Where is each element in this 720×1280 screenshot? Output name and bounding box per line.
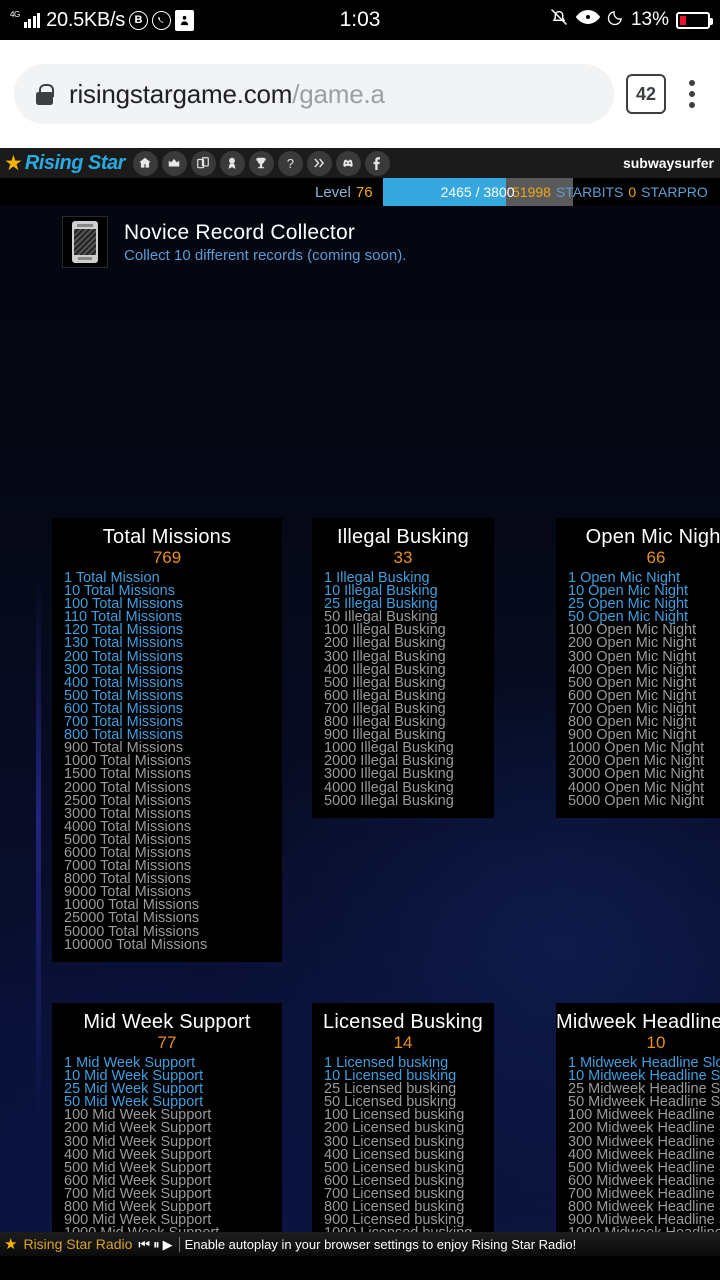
browser-menu-button[interactable] (678, 80, 706, 108)
home-icon[interactable] (132, 150, 158, 176)
radio-controls: ⏮ ⏸ ▶ (138, 1238, 172, 1251)
achievement-banner: Novice Record Collector Collect 10 diffe… (0, 206, 720, 282)
map-icon[interactable] (161, 150, 187, 176)
starpro-label: STARPRO (641, 184, 708, 200)
status-bar-right: 13% (549, 7, 713, 33)
nav-icon-group: ? (132, 150, 390, 176)
achievement-card-count: 77 (157, 1033, 177, 1052)
url-domain: risingstargame.com (69, 78, 293, 109)
radio-footer: ★ Rising Star Radio ⏮ ⏸ ▶ Enable autopla… (0, 1232, 720, 1256)
achievement-card-count: 10 (646, 1033, 666, 1052)
b-badge-icon: B (128, 10, 148, 30)
game-stats-bar: Level 76 2465 / 3800 51998 STARBITS 0 ST… (0, 178, 720, 206)
achievement-card-title: Total Missions (102, 526, 232, 548)
phone-glyph (72, 221, 98, 263)
achievement-card-count: 66 (646, 548, 666, 567)
discord-icon[interactable] (335, 150, 361, 176)
network-type-label: 4G (10, 10, 20, 19)
achievement-tier: 5000 Illegal Busking (324, 792, 454, 809)
lock-icon (36, 83, 54, 105)
achievement-card-count: 14 (393, 1033, 413, 1052)
tab-counter-button[interactable]: 42 (626, 74, 666, 114)
phone-bottom-bar (78, 257, 92, 261)
achievement-tier-list: 1 Illegal Busking 10 Illegal Busking 25 Il… (312, 571, 494, 809)
achievement-card-count: 33 (393, 548, 413, 567)
signal-strength-icon (23, 12, 41, 28)
game-logo[interactable]: ★ Rising Star (0, 152, 125, 175)
achievement-text-group: Novice Record Collector Collect 10 diffe… (124, 221, 406, 264)
phone-top-bar (77, 224, 93, 227)
achievement-card-title: Illegal Busking (337, 526, 469, 548)
xp-progress-text: 2465 / 3800 (440, 184, 515, 200)
game-page: ★ Rising Star ? subwaysurfer Level 76 24… (0, 148, 720, 1256)
xp-progress-bar: 2465 / 3800 (382, 178, 573, 206)
level-label: Level (315, 183, 351, 201)
achievement-card: Total Missions 769 1 Total Mission 10 Total… (52, 518, 282, 962)
achievement-card-title: Licensed Busking (323, 1011, 483, 1033)
url-text: risingstargame.com/game.a (69, 79, 385, 110)
record-phone-icon (62, 216, 108, 268)
achievement-title: Novice Record Collector (124, 220, 356, 244)
star-icon: ★ (4, 1236, 18, 1253)
url-bar[interactable]: risingstargame.com/game.a (14, 64, 614, 124)
whatsapp-icon (151, 10, 171, 30)
achievement-tier-list: 1 Open Mic Night 10 Open Mic Night 25 Open… (556, 571, 720, 809)
battery-percent-label: 13% (630, 9, 669, 30)
ribbon-icon[interactable] (219, 150, 245, 176)
achievement-tier-list: 1 Total Mission 10 Total Missions 100 Tota… (52, 571, 282, 953)
radio-message: Enable autoplay in your browser settings… (178, 1236, 576, 1252)
network-speed-label: 20.5KB/s (46, 8, 125, 31)
facebook-icon[interactable] (364, 150, 390, 176)
battery-icon (676, 11, 713, 29)
username-label[interactable]: subwaysurfer (623, 148, 714, 178)
achievement-tier-list: 1 Midweek Headline Slot 10 Midweek Headli… (556, 1056, 720, 1256)
achievement-card-title: Midweek Headline Slot (556, 1011, 720, 1033)
achievement-card-count: 769 (152, 548, 182, 567)
achievement-card-title: Open Mic Night (585, 526, 720, 548)
achievement-card: Illegal Busking 33 1 Illegal Busking 10 Ill… (312, 518, 494, 818)
achievement-card: Open Mic Night 66 1 Open Mic Night 10 Open … (556, 518, 720, 818)
eye-icon (575, 9, 601, 31)
app-notification-icon (174, 9, 194, 31)
hive-icon[interactable] (306, 150, 332, 176)
achievement-tier: 100000 Total Missions (64, 936, 208, 953)
achievement-subtitle: Collect 10 different records (coming soo… (124, 246, 407, 264)
url-path: /game.a (292, 78, 385, 109)
game-logo-text: Rising Star (24, 151, 126, 174)
star-icon: ★ (4, 151, 23, 175)
achievement-tier-list: 1 Licensed busking 10 Licensed busking 25 … (312, 1056, 494, 1256)
achievement-tier-list: 1 Mid Week Support 10 Mid Week Support 25 … (52, 1056, 282, 1256)
cards-icon[interactable] (190, 150, 216, 176)
help-icon[interactable]: ? (277, 150, 303, 176)
achievement-card: Licensed Busking 14 1 Licensed busking 10 L… (312, 1003, 494, 1256)
achievement-card-title: Mid Week Support (83, 1011, 251, 1033)
browser-toolbar: risingstargame.com/game.a 42 (0, 40, 720, 148)
achievement-tier: 5000 Open Mic Night (568, 792, 705, 809)
trophy-icon[interactable] (248, 150, 274, 176)
prev-icon[interactable]: ⏮ (138, 1238, 150, 1251)
achievement-card: Midweek Headline Slot10 1 Midweek Headlin… (556, 1003, 720, 1256)
achievement-card: Mid Week Support 77 1 Mid Week Support 10 M… (52, 1003, 282, 1256)
pause-icon[interactable]: ⏸ (153, 1238, 160, 1251)
background-streak (36, 568, 41, 1128)
level-value: 76 (355, 183, 373, 201)
level-progress-group: Level 76 2465 / 3800 (315, 178, 573, 206)
radio-name-label: Rising Star Radio (23, 1236, 133, 1252)
starpro-value: 0 (628, 184, 637, 200)
android-status-bar: 4G 20.5KB/s B 1:03 13% (0, 0, 720, 40)
play-icon[interactable]: ▶ (163, 1238, 173, 1251)
moon-icon (607, 9, 624, 32)
bell-muted-icon (549, 7, 569, 33)
status-bar-left: 4G 20.5KB/s B (10, 9, 194, 32)
phone-screen (74, 228, 96, 256)
game-navbar: ★ Rising Star ? subwaysurfer (0, 148, 720, 178)
